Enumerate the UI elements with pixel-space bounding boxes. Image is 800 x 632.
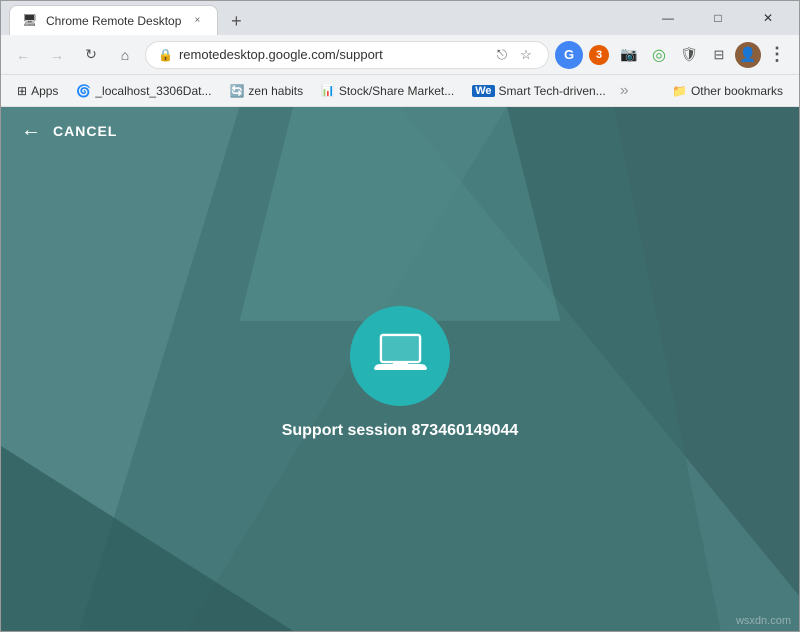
back-button[interactable]: ← bbox=[9, 41, 37, 69]
watermark: wsxdn.com bbox=[736, 615, 791, 627]
bookmark-apps[interactable]: ⊞ Apps bbox=[9, 79, 66, 103]
bookmark-stock-label: Stock/Share Market... bbox=[339, 84, 454, 98]
localhost-icon: 🌀 bbox=[76, 84, 91, 98]
url-text: remotedesktop.google.com/support bbox=[179, 47, 486, 62]
forward-button[interactable]: → bbox=[43, 41, 71, 69]
extension-icon-1[interactable]: 3 bbox=[585, 41, 613, 69]
bookmark-stock[interactable]: 📊 Stock/Share Market... bbox=[313, 79, 462, 103]
page-content: ← CANCEL Support session 873460149044 bbox=[1, 107, 799, 631]
home-button[interactable]: ⌂ bbox=[111, 41, 139, 69]
extension-icon-3[interactable]: ⊟ bbox=[705, 41, 733, 69]
window-controls: — □ ✕ bbox=[645, 4, 791, 32]
cancel-back-arrow[interactable]: ← bbox=[21, 119, 41, 142]
other-bookmarks[interactable]: 📁 Other bookmarks bbox=[664, 79, 791, 103]
cancel-button[interactable]: CANCEL bbox=[53, 123, 117, 139]
cancel-bar: ← CANCEL bbox=[1, 107, 799, 154]
camera-icon[interactable]: 📷 bbox=[615, 41, 643, 69]
bookmark-zenhabits-label: zen habits bbox=[248, 84, 303, 98]
refresh-button[interactable]: ↻ bbox=[77, 41, 105, 69]
share-icon[interactable]: ⎋ bbox=[492, 45, 512, 65]
stock-icon: 📊 bbox=[321, 84, 335, 97]
laptop-svg bbox=[373, 333, 428, 378]
google-icon[interactable]: G bbox=[555, 41, 583, 69]
folder-icon: 📁 bbox=[672, 84, 687, 98]
bookmark-localhost[interactable]: 🌀 _localhost_3306Dat... bbox=[68, 79, 219, 103]
extension-badge: 3 bbox=[589, 45, 609, 65]
tab-area: 🖥 Chrome Remote Desktop × + bbox=[9, 1, 645, 35]
extension-icon-2[interactable]: ◎ bbox=[645, 41, 673, 69]
session-label: Support session 873460149044 bbox=[282, 422, 519, 440]
active-tab[interactable]: 🖥 Chrome Remote Desktop × bbox=[9, 5, 218, 35]
tab-close-button[interactable]: × bbox=[189, 13, 205, 29]
zenhabits-icon: 🔄 bbox=[229, 84, 244, 98]
bookmark-apps-label: Apps bbox=[31, 84, 58, 98]
bookmark-localhost-label: _localhost_3306Dat... bbox=[95, 84, 211, 98]
minimize-button[interactable]: — bbox=[645, 4, 691, 32]
maximize-button[interactable]: □ bbox=[695, 4, 741, 32]
apps-icon: ⊞ bbox=[17, 84, 27, 98]
avatar[interactable]: 👤 bbox=[735, 42, 761, 68]
smarttech-icon: We bbox=[472, 85, 494, 97]
main-area: Support session 873460149044 bbox=[1, 154, 799, 631]
url-bar[interactable]: 🔒 remotedesktop.google.com/support ⎋ ☆ bbox=[145, 41, 549, 69]
tab-title: Chrome Remote Desktop bbox=[46, 14, 181, 28]
lock-icon: 🔒 bbox=[158, 48, 173, 62]
other-bookmarks-label: Other bookmarks bbox=[691, 84, 783, 98]
menu-button[interactable]: ⋮ bbox=[763, 41, 791, 69]
toolbar-icons: G 3 📷 ◎ 🛡 ⊟ 👤 ⋮ bbox=[555, 41, 791, 69]
bookmark-smarttech-label: Smart Tech-driven... bbox=[499, 84, 606, 98]
close-button[interactable]: ✕ bbox=[745, 4, 791, 32]
shield-icon[interactable]: 🛡 bbox=[675, 41, 703, 69]
bookmark-zenhabits[interactable]: 🔄 zen habits bbox=[221, 79, 311, 103]
laptop-circle-icon bbox=[350, 306, 450, 406]
bookmark-smarttech[interactable]: We Smart Tech-driven... bbox=[464, 79, 613, 103]
bookmarks-separator: » bbox=[616, 82, 633, 100]
new-tab-button[interactable]: + bbox=[222, 7, 250, 35]
bookmarks-bar: ⊞ Apps 🌀 _localhost_3306Dat... 🔄 zen hab… bbox=[1, 75, 799, 107]
tab-favicon: 🖥 bbox=[22, 13, 38, 29]
bookmark-star-icon[interactable]: ☆ bbox=[516, 45, 536, 65]
address-bar: ← → ↻ ⌂ 🔒 remotedesktop.google.com/suppo… bbox=[1, 35, 799, 75]
titlebar: 🖥 Chrome Remote Desktop × + — □ ✕ bbox=[1, 1, 799, 35]
url-action-icons: ⎋ ☆ bbox=[492, 45, 536, 65]
browser-window: 🖥 Chrome Remote Desktop × + — □ ✕ ← → ↻ … bbox=[0, 0, 800, 632]
